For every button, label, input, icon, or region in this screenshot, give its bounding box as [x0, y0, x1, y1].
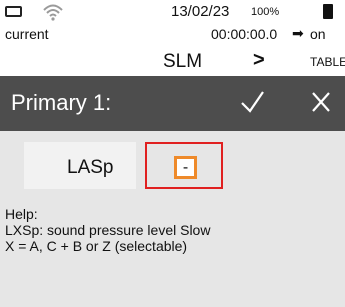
wifi-icon	[43, 4, 63, 21]
next-mode-label[interactable]: TABLE	[310, 55, 345, 69]
status-bar: 13/02/23 100%	[0, 0, 345, 24]
confirm-check-icon[interactable]	[239, 87, 265, 117]
dialog-title: Primary 1:	[11, 90, 112, 115]
current-label: current	[5, 26, 49, 42]
window-icon	[5, 6, 22, 17]
help-text: Help: LXSp: sound pressure level Slow X …	[5, 206, 210, 254]
measurement-bar: current 00:00:00.0 ➡ on	[0, 24, 345, 46]
help-heading: Help:	[5, 206, 38, 222]
help-line-2: X = A, C + B or Z (selectable)	[5, 238, 188, 254]
elapsed-timer: 00:00:00.0	[211, 26, 278, 42]
battery-percent: 100%	[251, 6, 280, 18]
run-state: on	[310, 26, 326, 42]
parameter-label: LASp	[67, 157, 114, 178]
dialog-header: Primary 1:	[0, 76, 345, 131]
next-mode-chevron-icon[interactable]: >	[253, 49, 265, 72]
close-icon[interactable]	[310, 90, 332, 114]
mode-label: SLM	[163, 51, 203, 72]
battery-icon	[323, 4, 333, 19]
date-text: 13/02/23	[171, 3, 230, 20]
mode-nav: SLM > TABLE	[0, 46, 345, 76]
arrow-right-icon: ➡	[292, 25, 304, 41]
parameter-value-field[interactable]: -	[174, 156, 197, 179]
help-line-1: LXSp: sound pressure level Slow	[5, 222, 211, 238]
